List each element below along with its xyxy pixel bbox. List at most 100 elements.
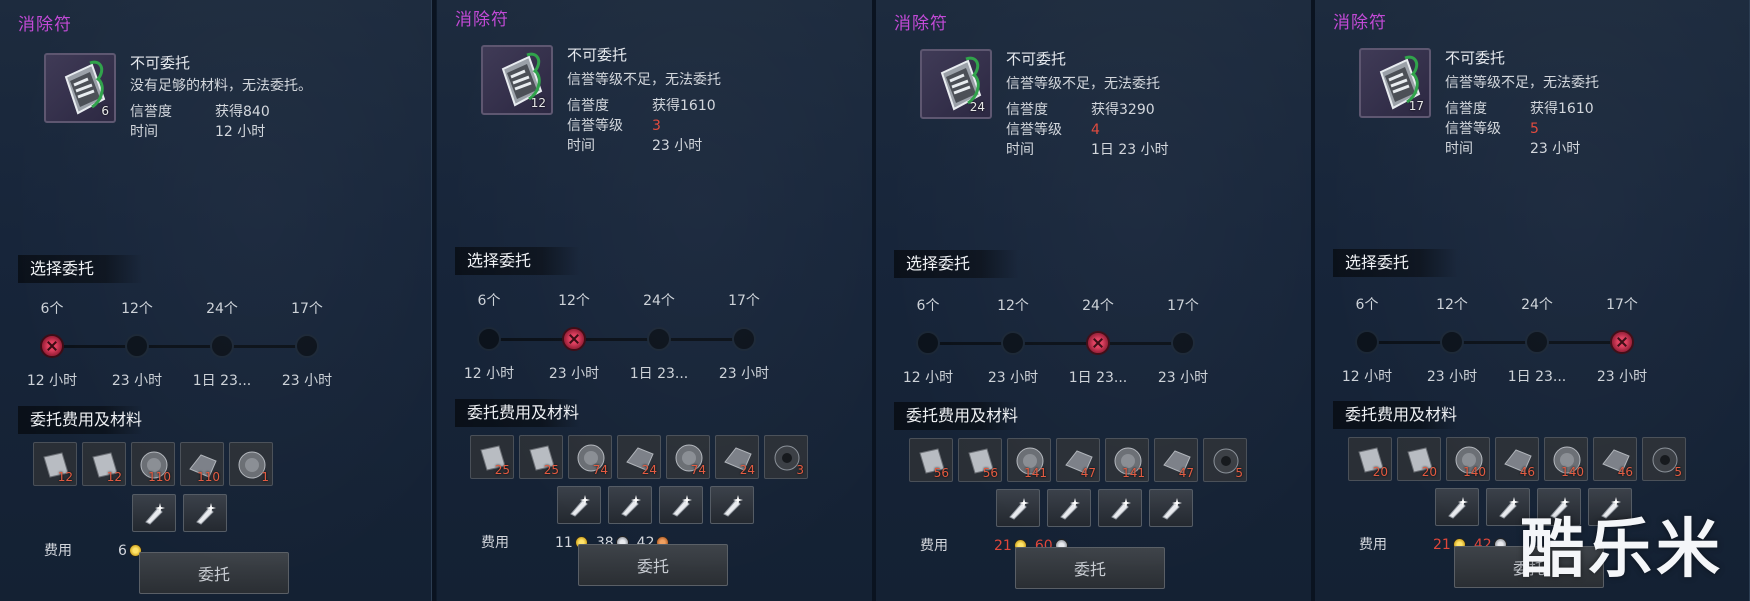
material-slot[interactable]: 12 [82,442,126,486]
sparkle-tool-slot[interactable] [556,486,601,524]
option-node[interactable] [916,331,940,355]
material-slot[interactable]: 24 [617,435,661,479]
material-slot[interactable]: 110 [180,442,224,486]
option-node-selected[interactable] [562,327,586,351]
option-node[interactable] [477,327,501,351]
material-slot[interactable]: 47 [1056,438,1100,482]
commission-button[interactable]: 委托 [578,544,728,586]
sparkle-tool-slot[interactable] [995,489,1040,527]
section-cost-materials: 委托费用及材料 [894,402,1019,430]
option-node-selected[interactable] [1086,331,1110,355]
option-node[interactable] [1355,330,1379,354]
material-slot[interactable]: 25 [519,435,563,479]
material-quantity: 140 [1561,465,1584,479]
material-slot[interactable]: 5 [1642,437,1686,481]
option-count: 12个 [997,298,1029,314]
material-slot[interactable]: 24 [715,435,759,479]
option-count: 24个 [1082,298,1114,314]
option-node[interactable] [647,327,671,351]
option-track [52,345,312,348]
material-slot[interactable]: 46 [1495,437,1539,481]
info-row: 信誉等级 5 [1445,118,1539,138]
material-quantity: 141 [1122,466,1145,480]
item-thumbnail: 24 [920,49,992,119]
material-slot[interactable]: 5 [1203,438,1247,482]
panel-title: 消除符 [455,10,509,30]
option-count: 6个 [1355,297,1379,313]
sparkle-tool-slot[interactable] [132,494,176,532]
fee-label: 费用 [920,538,948,554]
panel-4: 消除符 17 不可委托 信誉等级不足，无法委托 信誉度 获得1610 信誉等级 5 时间 23 小… [1315,0,1750,601]
material-slot[interactable]: 1 [229,442,273,486]
material-slot[interactable]: 140 [1544,437,1588,481]
material-quantity: 20 [1421,465,1437,479]
material-slot[interactable]: 3 [764,435,808,479]
option-time: 1日 23... [1507,369,1567,385]
material-slot[interactable]: 74 [666,435,710,479]
materials-row: 25 25 74 24 74 24 3 [470,435,808,479]
sparkle-tool-icon [1447,497,1468,519]
sparkle-tool-slot[interactable] [1148,489,1193,527]
material-quantity: 1 [261,470,269,484]
material-quantity: 141 [1024,466,1047,480]
material-slot[interactable]: 56 [909,438,953,482]
material-slot[interactable]: 141 [1007,438,1051,482]
option-node-selected[interactable] [1610,330,1634,354]
option-count: 17个 [1606,297,1638,313]
item-status: 不可委托 [567,46,628,64]
option-count: 12个 [1436,297,1468,313]
sparkle-tool-slot[interactable] [607,486,652,524]
sparkle-tool-slot[interactable] [1097,489,1142,527]
sparkle-tool-icon [1110,498,1131,520]
material-slot[interactable]: 47 [1154,438,1198,482]
option-node[interactable] [1440,330,1464,354]
material-slot[interactable]: 12 [33,442,77,486]
status-reason: 没有足够的材料，无法委托。 [130,78,312,94]
info-row: 信誉度 获得1610 [1445,98,1594,118]
info-value: 获得3290 [1091,102,1155,118]
sparkle-tool-slot[interactable] [1434,488,1479,526]
material-slot[interactable]: 110 [131,442,175,486]
sparkle-tool-slot[interactable] [658,486,703,524]
option-time: 1日 23... [192,373,252,389]
option-node[interactable] [295,334,319,358]
option-time: 23 小时 [1157,370,1209,386]
sparkle-tool-slot[interactable] [709,486,754,524]
material-slot[interactable]: 20 [1348,437,1392,481]
option-node[interactable] [210,334,234,358]
material-quantity: 56 [933,466,949,480]
material-slot[interactable]: 141 [1105,438,1149,482]
sparkle-tool-slot[interactable] [183,494,227,532]
info-row: 信誉等级 3 [567,115,661,135]
option-track [1367,341,1627,344]
info-value: 4 [1091,122,1100,138]
material-slot[interactable]: 25 [470,435,514,479]
option-time: 23 小时 [281,373,333,389]
option-time: 23 小时 [548,366,600,382]
panel-3: 消除符 24 不可委托 信誉等级不足，无法委托 信誉度 获得3290 信誉等级 4 时间 1日 2… [876,0,1313,601]
panel-2: 消除符 12 不可委托 信誉等级不足，无法委托 信誉度 获得1610 信誉等级 3 时间 23 小… [437,0,874,601]
material-slot[interactable]: 56 [958,438,1002,482]
section-cost-materials: 委托费用及材料 [455,399,580,427]
material-quantity: 47 [1080,466,1096,480]
panel-title: 消除符 [894,14,948,34]
commission-button[interactable]: 委托 [139,552,289,594]
material-quantity: 110 [197,470,220,484]
commission-button[interactable]: 委托 [1015,547,1165,589]
material-slot[interactable]: 20 [1397,437,1441,481]
item-status: 不可委托 [130,54,191,72]
material-slot[interactable]: 46 [1593,437,1637,481]
sparkle-tool-slot[interactable] [1046,489,1091,527]
option-node-selected[interactable] [40,334,64,358]
option-node[interactable] [1001,331,1025,355]
option-node[interactable] [125,334,149,358]
option-count: 6个 [40,301,64,317]
option-node[interactable] [732,327,756,351]
option-node[interactable] [1171,331,1195,355]
material-slot[interactable]: 74 [568,435,612,479]
option-node[interactable] [1525,330,1549,354]
material-slot[interactable]: 140 [1446,437,1490,481]
material-quantity: 110 [148,470,171,484]
option-count: 6个 [477,293,501,309]
material-quantity: 47 [1178,466,1194,480]
